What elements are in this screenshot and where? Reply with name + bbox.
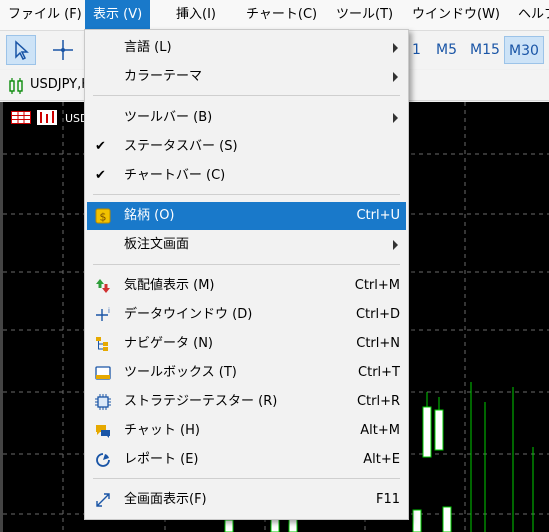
menu-item-depth-of-market[interactable]: 板注文画面 bbox=[87, 231, 406, 259]
chart-tab-symbol[interactable]: USDJPY,H bbox=[30, 77, 91, 92]
menu-item-label: 全画面表示(F) bbox=[124, 492, 207, 507]
menu-item-label: ストラテジーテスター (R) bbox=[124, 394, 278, 409]
fullscreen-icon bbox=[96, 493, 110, 507]
menu-separator bbox=[93, 95, 400, 96]
menu-window[interactable]: ウインドウ(W) bbox=[404, 0, 508, 30]
timeframe-m30-button[interactable]: M30 bbox=[504, 36, 544, 64]
chart-bars-icon bbox=[37, 110, 57, 125]
menu-chart[interactable]: チャート(C) bbox=[238, 0, 325, 30]
menu-item-shortcut: Ctrl+T bbox=[358, 365, 400, 380]
menu-insert[interactable]: 挿入(I) bbox=[168, 0, 224, 30]
menu-tools[interactable]: ツール(T) bbox=[328, 0, 401, 30]
menu-item-shortcut: F11 bbox=[375, 492, 400, 507]
checkmark-icon: ✔ bbox=[95, 168, 106, 183]
menu-item-data-window[interactable]: i データウインドウ (D) Ctrl+D bbox=[87, 301, 406, 329]
menu-separator bbox=[93, 478, 400, 479]
menu-item-chart-bar[interactable]: ✔ チャートバー (C) bbox=[87, 162, 406, 190]
menu-item-shortcut: Ctrl+U bbox=[356, 208, 400, 223]
market-watch-icon bbox=[96, 279, 110, 293]
menu-item-strategy-tester[interactable]: ストラテジーテスター (R) Ctrl+R bbox=[87, 388, 406, 416]
submenu-arrow-icon bbox=[393, 43, 398, 53]
submenu-arrow-icon bbox=[393, 240, 398, 250]
dollar-coin-icon: $ bbox=[95, 208, 111, 224]
menu-item-chat[interactable]: チャット (H) Alt+M bbox=[87, 417, 406, 445]
menu-item-label: 気配値表示 (M) bbox=[124, 278, 215, 293]
menu-item-color-theme[interactable]: カラーテーマ bbox=[87, 63, 406, 91]
menu-item-label: 銘柄 (O) bbox=[124, 208, 175, 223]
menu-item-navigator[interactable]: ナビゲータ (N) Ctrl+N bbox=[87, 330, 406, 358]
menu-separator bbox=[93, 264, 400, 265]
report-icon bbox=[96, 453, 110, 467]
timeframe-m1-button[interactable]: 1 bbox=[408, 36, 425, 64]
chat-icon bbox=[96, 425, 110, 438]
menu-item-toolbar[interactable]: ツールバー (B) bbox=[87, 104, 406, 132]
menu-item-shortcut: Alt+E bbox=[363, 452, 400, 467]
toolbox-icon bbox=[95, 366, 111, 380]
view-menu-dropdown: 言語 (L) カラーテーマ ツールバー (B) ✔ ステータスバー (S) ✔ … bbox=[84, 29, 409, 520]
menu-file[interactable]: ファイル (F) bbox=[0, 0, 90, 30]
cursor-tool-button[interactable] bbox=[6, 35, 36, 65]
menu-item-status-bar[interactable]: ✔ ステータスバー (S) bbox=[87, 133, 406, 161]
svg-text:i: i bbox=[108, 307, 110, 315]
menu-item-label: チャートバー (C) bbox=[124, 168, 226, 183]
menu-separator bbox=[93, 194, 400, 195]
menu-item-label: 板注文画面 bbox=[124, 237, 190, 252]
cursor-icon bbox=[15, 40, 29, 61]
menu-item-toolbox[interactable]: ツールボックス (T) Ctrl+T bbox=[87, 359, 406, 387]
menu-item-shortcut: Ctrl+M bbox=[354, 278, 400, 293]
menu-item-fullscreen[interactable]: 全画面表示(F) F11 bbox=[87, 486, 406, 514]
menu-item-shortcut: Alt+M bbox=[360, 423, 400, 438]
menu-help[interactable]: ヘルプ bbox=[510, 0, 549, 30]
menu-view[interactable]: 表示 (V) bbox=[85, 0, 151, 30]
data-window-icon: i bbox=[96, 307, 110, 321]
menu-item-label: カラーテーマ bbox=[124, 69, 203, 84]
candlestick-icon bbox=[9, 78, 23, 94]
crosshair-tool-button[interactable] bbox=[48, 35, 78, 65]
menu-item-market-watch[interactable]: 気配値表示 (M) Ctrl+M bbox=[87, 272, 406, 300]
menu-bar: ファイル (F) 表示 (V) 挿入(I) チャート(C) ツール(T) ウイン… bbox=[0, 0, 549, 31]
menu-item-label: ツールボックス (T) bbox=[124, 365, 237, 380]
timeframe-m15-button[interactable]: M15 bbox=[466, 36, 504, 64]
menu-item-label: 言語 (L) bbox=[124, 40, 172, 55]
strategy-tester-icon bbox=[95, 394, 111, 410]
checkmark-icon: ✔ bbox=[95, 139, 106, 154]
svg-text:$: $ bbox=[100, 211, 107, 224]
menu-item-shortcut: Ctrl+D bbox=[355, 307, 400, 322]
menu-item-label: レポート (E) bbox=[124, 452, 199, 467]
menu-item-language[interactable]: 言語 (L) bbox=[87, 34, 406, 62]
menu-item-label: チャット (H) bbox=[124, 423, 200, 438]
menu-item-label: ナビゲータ (N) bbox=[124, 336, 214, 351]
menu-item-report[interactable]: レポート (E) Alt+E bbox=[87, 446, 406, 474]
menu-item-shortcut: Ctrl+N bbox=[356, 336, 400, 351]
menu-item-symbols[interactable]: $ 銘柄 (O) Ctrl+U bbox=[87, 202, 406, 230]
submenu-arrow-icon bbox=[393, 72, 398, 82]
menu-item-label: データウインドウ (D) bbox=[124, 307, 253, 322]
chart-grid-icon bbox=[11, 111, 31, 124]
timeframe-m5-button[interactable]: M5 bbox=[432, 36, 461, 64]
menu-item-label: ステータスバー (S) bbox=[124, 139, 238, 154]
menu-item-shortcut: Ctrl+R bbox=[356, 394, 400, 409]
menu-item-label: ツールバー (B) bbox=[124, 110, 213, 125]
crosshair-icon bbox=[53, 40, 73, 60]
submenu-arrow-icon bbox=[393, 113, 398, 123]
navigator-icon bbox=[96, 337, 108, 351]
